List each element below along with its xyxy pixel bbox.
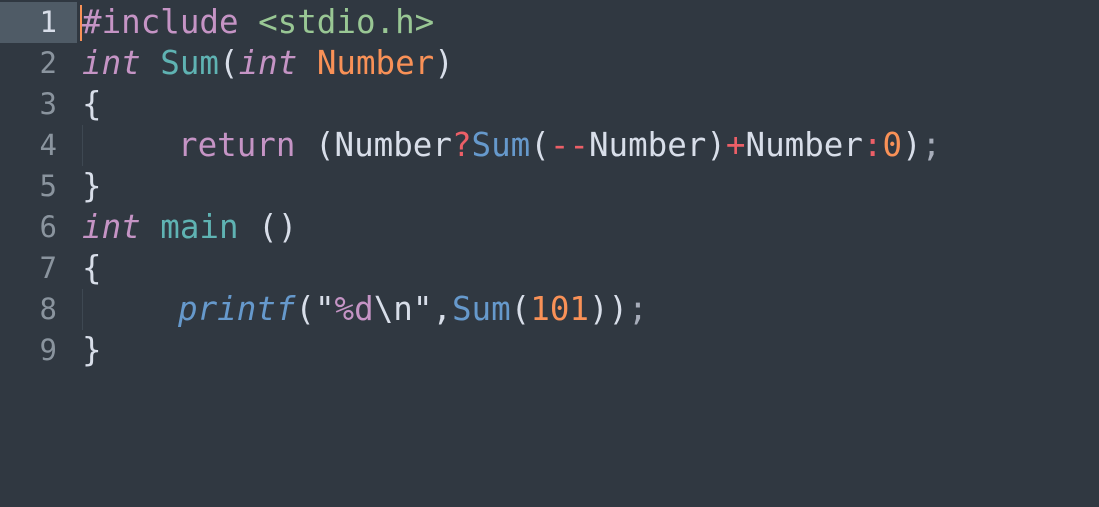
line-number: 3 — [39, 87, 57, 121]
token-p: \n — [373, 290, 413, 328]
token-p: } — [82, 331, 102, 369]
token-call: Sum — [471, 126, 531, 164]
code-line[interactable]: 6 int main () — [0, 207, 1099, 248]
token-p: () — [238, 208, 298, 246]
token-op: + — [725, 126, 746, 164]
code-line[interactable]: 8 printf("%d\n",Sum(101)); — [0, 289, 1099, 330]
token-p: ", — [412, 290, 452, 328]
token-p: (" — [295, 290, 335, 328]
token-p: )) — [588, 290, 629, 328]
code-line[interactable]: 4 return (Number?Sum(--Number)+Number:0); — [0, 125, 1099, 166]
code-text: { — [82, 84, 102, 125]
token-fn: main — [160, 208, 239, 246]
token-p: Number — [745, 126, 863, 164]
token-str: <stdio.h> — [258, 3, 435, 41]
token-esc: %d — [334, 290, 374, 328]
token-p: ( — [530, 126, 550, 164]
code-line[interactable]: 7{ — [0, 248, 1099, 289]
code-editor[interactable]: 1 #include <stdio.h> 2 int Sum(int Number) 3… — [0, 2, 1099, 371]
code-text: int main () — [82, 207, 297, 248]
code-line[interactable]: 2 int Sum(int Number) — [0, 43, 1099, 84]
token-p — [297, 44, 317, 82]
token-type: int — [82, 44, 141, 82]
token-p: } — [82, 167, 102, 205]
token-callit: printf — [178, 290, 296, 328]
code-line[interactable]: 9} — [0, 330, 1099, 371]
line-number: 2 — [39, 46, 57, 80]
line-number: 9 — [39, 333, 57, 367]
token-op: ? — [451, 126, 472, 164]
token-p: ) — [902, 126, 922, 164]
token-p — [141, 44, 161, 82]
code-text: { — [82, 248, 102, 289]
token-param: Number — [316, 44, 435, 82]
token-p: ( — [218, 44, 239, 82]
code-text: } — [82, 330, 102, 371]
code-line[interactable]: 3{ — [0, 84, 1099, 125]
code-text: } — [82, 166, 102, 207]
code-text: return (Number?Sum(--Number)+Number:0); — [82, 125, 941, 166]
token-type: int — [238, 44, 298, 82]
line-number: 5 — [39, 169, 57, 203]
token-type: int — [82, 208, 141, 246]
code-text: #include <stdio.h> — [82, 2, 434, 43]
token-semi: ; — [921, 126, 942, 164]
text-cursor — [80, 5, 82, 41]
token-p: ( — [510, 290, 531, 328]
token-p: { — [82, 249, 102, 287]
token-p: (Number — [295, 126, 452, 164]
line-number: 6 — [39, 210, 57, 244]
token-num: 101 — [530, 290, 589, 328]
line-number: 7 — [39, 251, 57, 285]
code-text: int Sum(int Number) — [82, 43, 454, 84]
line-number: 4 — [39, 128, 57, 162]
token-num: 0 — [882, 126, 903, 164]
token-fn: Sum — [160, 44, 219, 82]
line-number: 8 — [39, 292, 57, 326]
token-p: ) — [434, 44, 454, 82]
token-kw: return — [178, 126, 296, 164]
code-line[interactable]: 1 #include <stdio.h> — [0, 2, 1099, 43]
code-text: printf("%d\n",Sum(101)); — [82, 289, 648, 330]
token-call: Sum — [451, 290, 511, 328]
token-kw: #include — [82, 3, 259, 41]
line-number: 1 — [0, 2, 77, 43]
token-semi: ; — [628, 290, 648, 328]
token-op: -- — [549, 126, 589, 164]
token-p: { — [82, 85, 102, 123]
token-p: Number) — [588, 126, 726, 164]
token-p — [141, 208, 161, 246]
token-op: : — [862, 126, 883, 164]
code-line[interactable]: 5} — [0, 166, 1099, 207]
